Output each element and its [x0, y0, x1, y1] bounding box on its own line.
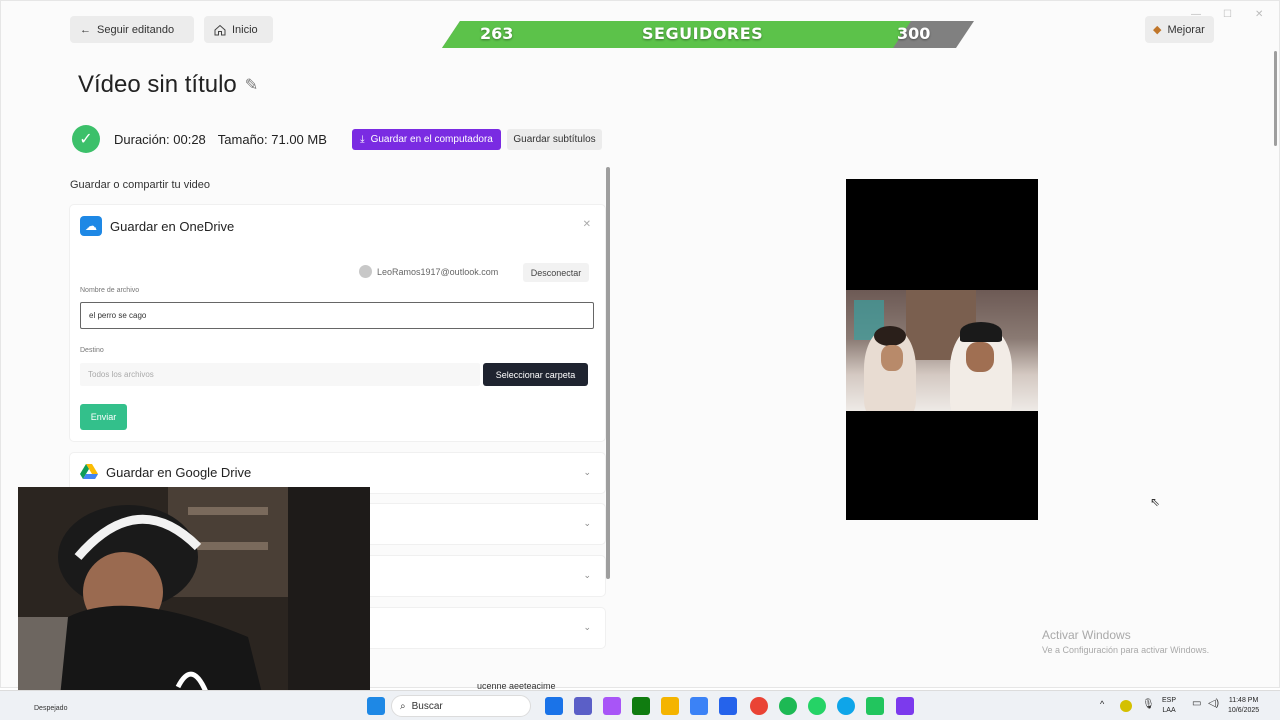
spotify-icon[interactable]	[779, 697, 797, 715]
home-label: Inicio	[232, 23, 258, 36]
chevron-down-icon[interactable]: ⌄	[583, 570, 591, 581]
google-drive-header[interactable]: Guardar en Google Drive	[80, 464, 251, 480]
pencil-icon[interactable]: ✎	[245, 75, 258, 95]
lang-line2: LAA	[1162, 707, 1176, 714]
chevron-up-icon[interactable]: ^	[1100, 699, 1104, 709]
panel-scrollbar[interactable]	[606, 167, 610, 579]
destination-field[interactable]: Todos los archivos	[80, 363, 480, 386]
upgrade-button[interactable]: ◆ Mejorar	[1145, 16, 1214, 43]
search-label: Buscar	[411, 700, 443, 712]
taskbar: Despejado ⌕ Buscar ^ 🎙 ESP LAA ▭ ◁) 11:4…	[0, 690, 1280, 720]
xbox-icon[interactable]	[632, 697, 650, 715]
duration-text: Duración: 00:28	[114, 131, 206, 147]
check-icon: ✓	[72, 125, 100, 153]
arrow-left-icon: ←	[80, 23, 91, 36]
video-frame	[846, 290, 1038, 411]
upgrade-label: Mejorar	[1167, 23, 1205, 36]
lang-line1: ESP	[1162, 697, 1177, 704]
follower-title: SEGUIDORES	[642, 24, 764, 43]
account-info: LeoRamos1917@outlook.com	[359, 265, 498, 278]
filename-input[interactable]: el perro se cago	[80, 302, 594, 329]
chevron-down-icon[interactable]: ⌄	[583, 518, 591, 529]
filename-value: el perro se cago	[89, 311, 147, 320]
maximize-icon[interactable]: ☐	[1223, 9, 1232, 20]
watermark-title: Activar Windows	[1042, 628, 1131, 642]
share-section-label: Guardar o compartir tu video	[70, 179, 211, 191]
whatsapp-icon[interactable]	[808, 697, 826, 715]
disconnect-label: Desconectar	[530, 267, 582, 278]
home-icon	[214, 24, 226, 35]
teams-icon[interactable]	[574, 697, 592, 715]
clock[interactable]: 11:48 PM 10/6/2025	[1228, 696, 1259, 716]
copilot-icon[interactable]	[603, 697, 621, 715]
save-subtitles-label: Guardar subtítulos	[513, 134, 596, 145]
clock-date: 10/6/2025	[1228, 707, 1260, 714]
app-icon[interactable]	[866, 697, 884, 715]
file-size-text: Tamaño: 71.00 MB	[217, 131, 327, 147]
chevron-down-icon[interactable]: ⌄	[583, 467, 591, 478]
taskbar-search[interactable]: ⌕ Buscar	[391, 695, 531, 717]
edge-icon[interactable]	[837, 697, 855, 715]
watermark-subtitle: Ve a Configuración para activar Windows.	[1042, 645, 1210, 655]
close-window-icon[interactable]: ✕	[1255, 9, 1263, 20]
app-icon[interactable]	[719, 697, 737, 715]
onedrive-panel: ☁ Guardar en OneDrive ✕ LeoRamos1917@out…	[70, 205, 605, 441]
page-scrollbar[interactable]	[1274, 51, 1277, 146]
account-email: LeoRamos1917@outlook.com	[377, 266, 499, 277]
file-explorer-icon[interactable]	[661, 697, 679, 715]
destination-label: Destino	[80, 347, 104, 354]
diamond-icon: ◆	[1153, 24, 1162, 36]
weather-text: Despejado	[34, 705, 68, 712]
clock-time: 11:48 PM	[1228, 697, 1259, 704]
network-icon[interactable]: ▭	[1192, 698, 1201, 709]
status-row: ✓ Duración: 00:28 Tamaño: 71.00 MB	[72, 125, 327, 153]
tray-app-icon[interactable]	[1120, 700, 1132, 712]
mouse-cursor-icon: ⇖	[1150, 495, 1161, 509]
google-drive-icon	[80, 464, 98, 479]
onedrive-title: Guardar en OneDrive	[110, 218, 235, 234]
webcam-overlay	[18, 487, 370, 709]
onedrive-header[interactable]: ☁ Guardar en OneDrive	[80, 216, 234, 236]
minimize-icon[interactable]: —	[1191, 9, 1201, 20]
store-icon[interactable]	[690, 697, 708, 715]
webcam-person	[58, 505, 266, 709]
destination-placeholder: Todos los archivos	[88, 370, 154, 379]
chevron-down-icon[interactable]: ⌄	[583, 622, 591, 633]
select-folder-button[interactable]: Seleccionar carpeta	[483, 363, 588, 386]
video-title[interactable]: Vídeo sin título	[78, 71, 237, 99]
onedrive-icon: ☁	[80, 216, 102, 236]
language-indicator[interactable]: ESP LAA	[1162, 696, 1176, 716]
activate-windows-watermark: Activar Windows Ve a Configuración para …	[1042, 628, 1209, 655]
download-icon: ⤓	[360, 134, 365, 145]
google-drive-title: Guardar en Google Drive	[106, 464, 252, 480]
follower-goal-bar: 263 SEGUIDORES 300	[442, 21, 974, 48]
close-icon[interactable]: ✕	[583, 219, 591, 230]
windows-start-icon[interactable]	[367, 697, 385, 715]
avatar	[359, 265, 372, 278]
back-to-editing-label: Seguir editando	[97, 23, 175, 36]
save-subtitles-button[interactable]: Guardar subtítulos	[507, 129, 602, 150]
page-title: Vídeo sin título ✎	[78, 71, 258, 99]
outlook-icon[interactable]	[545, 697, 563, 715]
clipchamp-icon[interactable]	[896, 697, 914, 715]
volume-icon[interactable]: ◁)	[1208, 698, 1219, 709]
search-icon: ⌕	[400, 700, 406, 712]
video-preview[interactable]	[846, 179, 1038, 520]
save-to-computer-button[interactable]: ⤓ Guardar en el computadora	[352, 129, 501, 150]
filename-label: Nombre de archivo	[80, 287, 140, 294]
back-to-editing-button[interactable]: ← Seguir editando	[70, 16, 194, 43]
home-button[interactable]: Inicio	[204, 16, 273, 43]
select-folder-label: Seleccionar carpeta	[495, 369, 576, 380]
chrome-icon[interactable]	[750, 697, 768, 715]
microphone-icon[interactable]: 🎙	[1142, 699, 1155, 710]
follower-count: 263	[480, 24, 514, 43]
save-to-computer-label: Guardar en el computadora	[370, 134, 493, 145]
send-button[interactable]: Enviar	[80, 404, 127, 430]
follower-goal: 300	[897, 24, 931, 43]
send-label: Enviar	[90, 412, 117, 422]
disconnect-button[interactable]: Desconectar	[523, 263, 589, 282]
